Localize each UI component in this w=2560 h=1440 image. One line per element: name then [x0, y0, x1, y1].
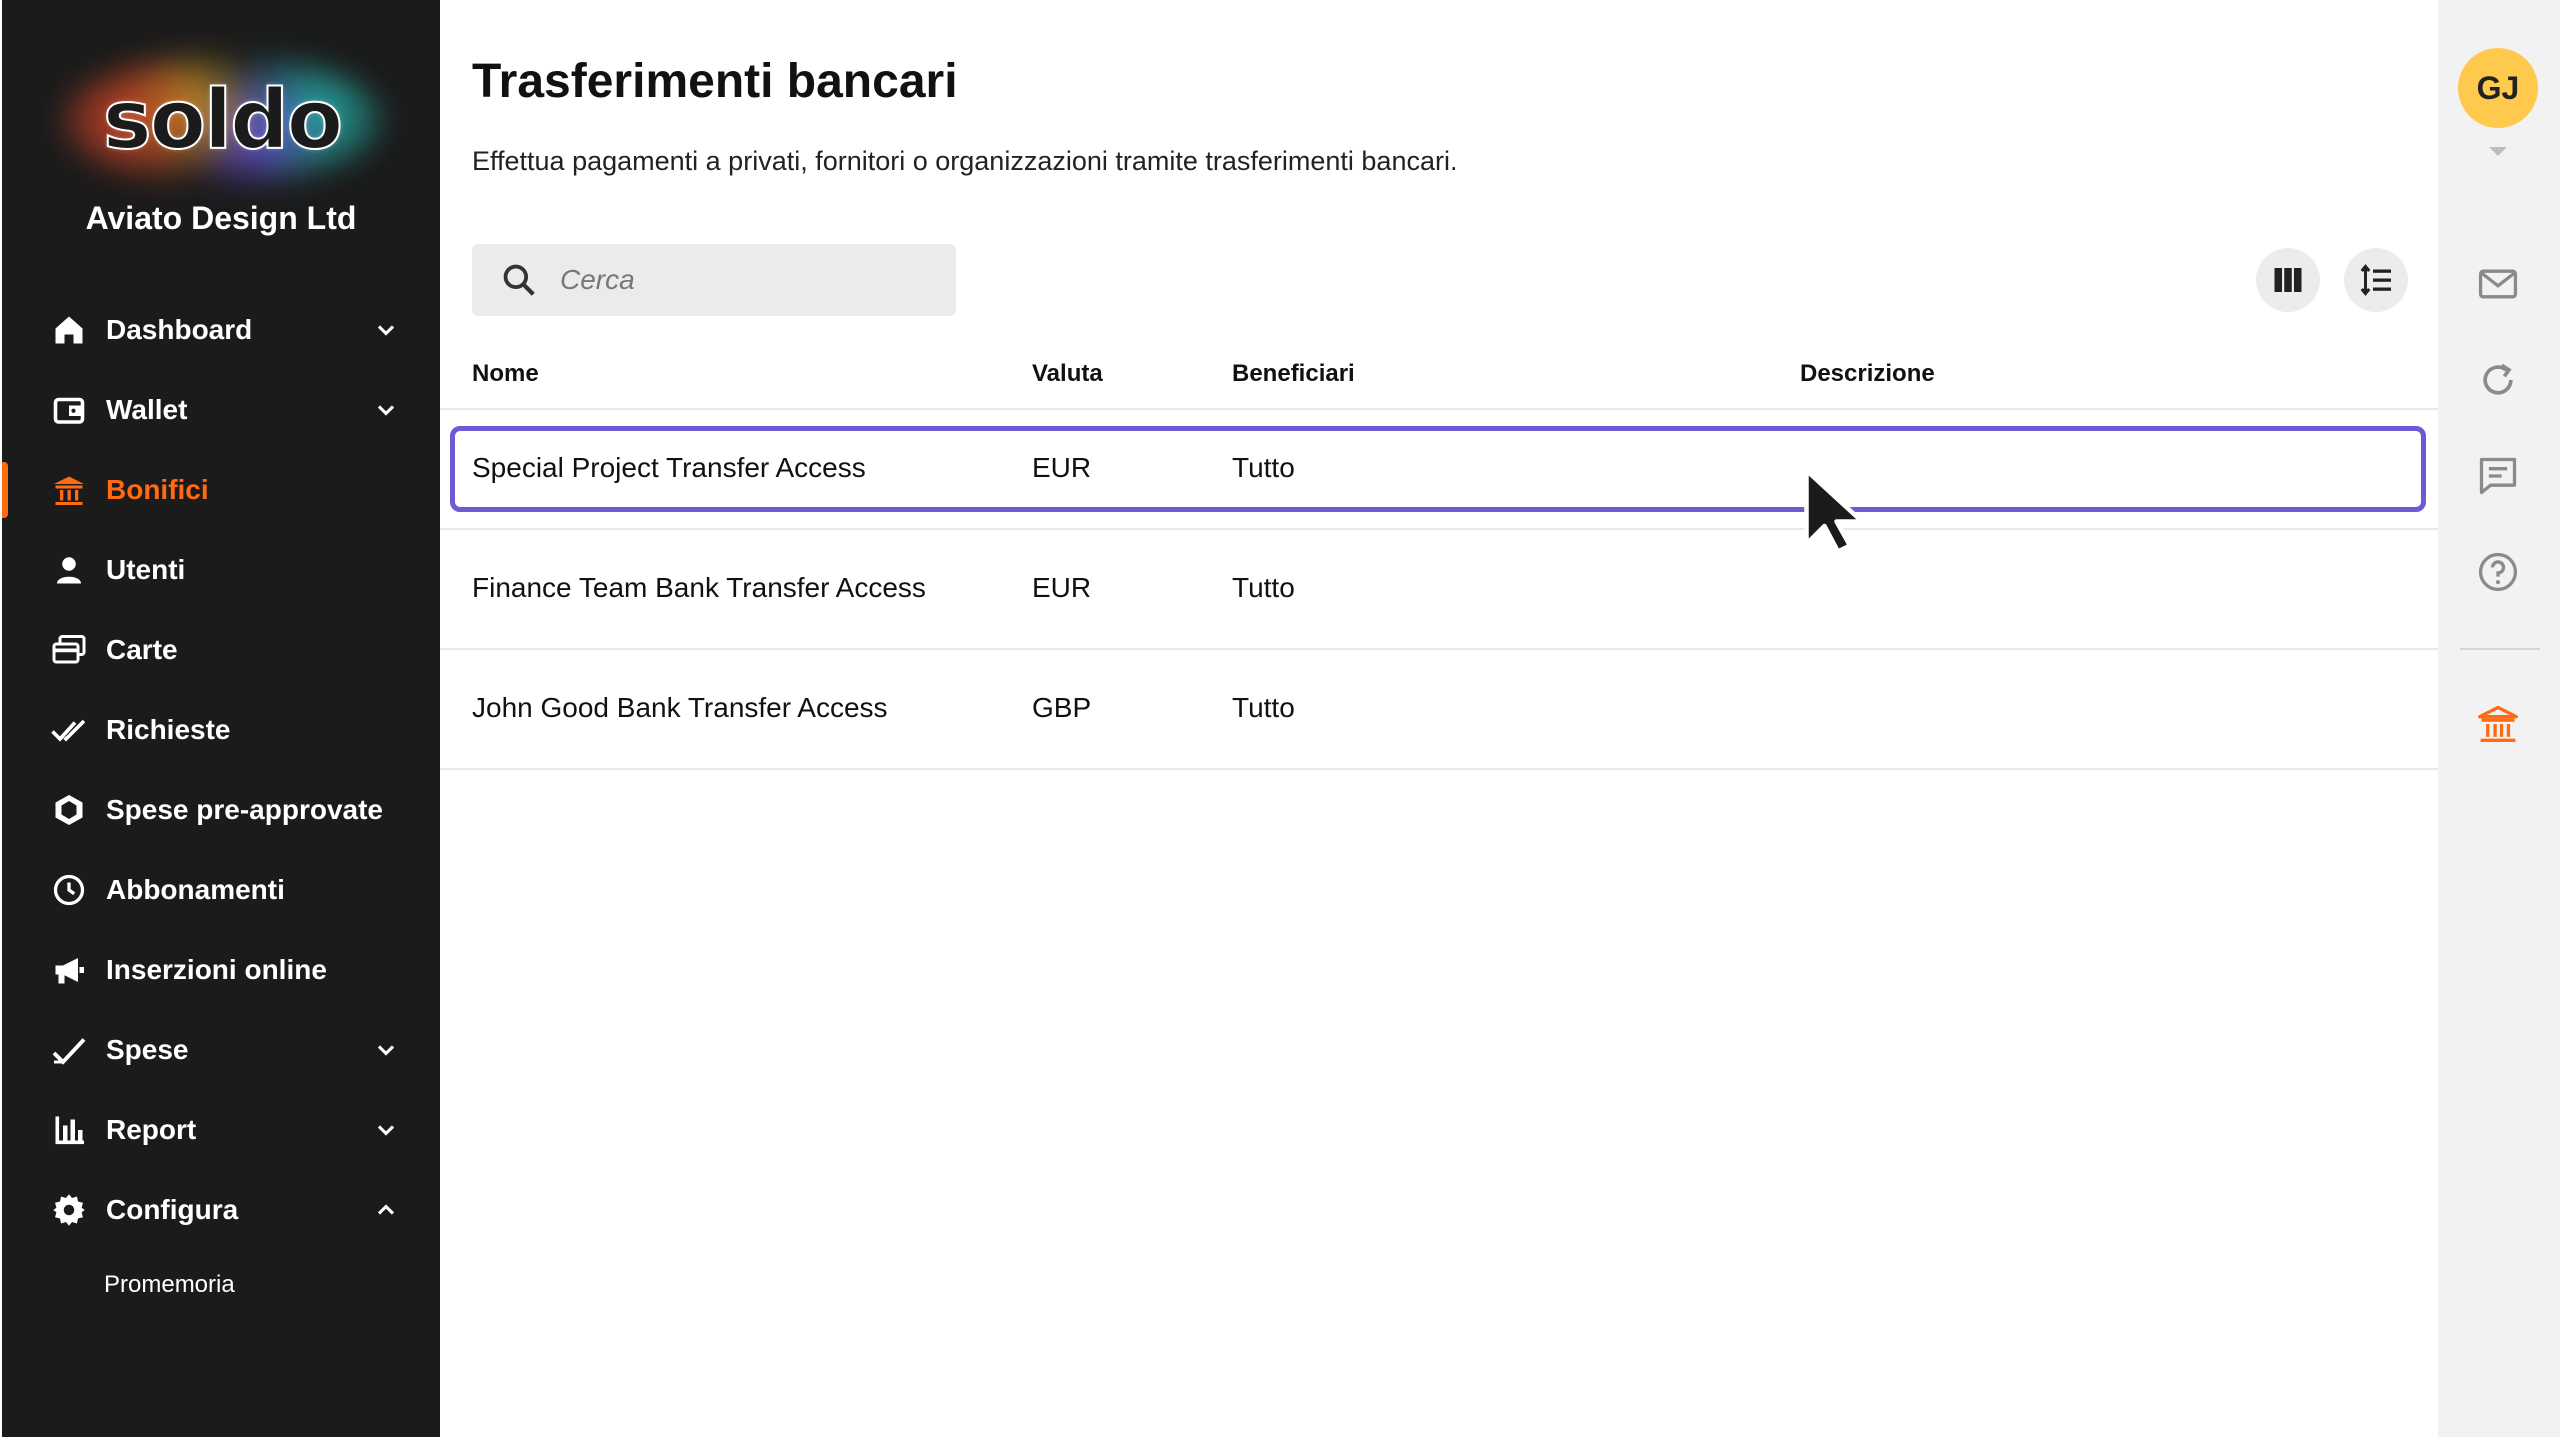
cell-beneficiari: Tutto [1232, 692, 1295, 723]
chevron-down-icon [377, 1045, 395, 1056]
mail-icon [2478, 269, 2518, 299]
wallet-icon [50, 391, 88, 429]
cell-nome: Special Project Transfer Access [472, 452, 866, 483]
double-check-icon [50, 711, 88, 749]
soldo-logo: soldo [62, 55, 382, 185]
mail-button[interactable] [2474, 260, 2522, 308]
row-density-button[interactable] [2344, 248, 2408, 312]
right-rail: GJ [2438, 0, 2560, 1437]
bar-chart-icon [50, 1111, 88, 1149]
sidebar-item-inserzioni-online[interactable]: Inserzioni online [2, 930, 440, 1010]
bank-transfer-icon [50, 471, 88, 509]
table-header: Nome Valuta Beneficiari Descrizione [440, 330, 2438, 410]
chevron-down-icon [377, 405, 395, 416]
refresh-icon [2483, 363, 2513, 395]
chevron-down-icon [377, 325, 395, 336]
company-name: Aviato Design Ltd [85, 200, 357, 236]
megaphone-icon [50, 951, 88, 989]
sidebar-item-richieste[interactable]: Richieste [2, 690, 440, 770]
row-height-icon [2360, 264, 2391, 296]
app-window: soldo Aviato Design Ltd Dashboard Wallet [0, 0, 2560, 1440]
page-subtitle: Effettua pagamenti a privati, fornitori … [472, 146, 1458, 176]
help-icon [2478, 552, 2518, 592]
mouse-pointer-icon [1804, 468, 1865, 554]
hexagon-check-icon [50, 791, 88, 829]
chevron-down-icon [377, 1125, 395, 1136]
cell-beneficiari: Tutto [1232, 572, 1295, 603]
search-icon [503, 264, 535, 296]
sidebar-item-bonifici[interactable]: Bonifici [2, 450, 440, 530]
sidebar-item-spese[interactable]: Spese [2, 1010, 440, 1090]
columns-button[interactable] [2256, 248, 2320, 312]
columns-icon [2274, 268, 2302, 292]
check-icon [50, 1031, 88, 1069]
column-header-nome[interactable]: Nome [472, 360, 539, 388]
sidebar-item-carte[interactable]: Carte [2, 610, 440, 690]
sidebar-item-utenti[interactable]: Utenti [2, 530, 440, 610]
bank-transfers-shortcut[interactable] [2474, 700, 2522, 748]
search-input[interactable] [560, 264, 940, 296]
sidebar-item-spese-pre-approvate[interactable]: Spese pre-approvate [2, 770, 440, 850]
table-row[interactable]: Special Project Transfer Access EUR Tutt… [440, 410, 2438, 530]
chevron-up-icon [377, 1204, 395, 1215]
cell-beneficiari: Tutto [1232, 452, 1295, 483]
main-content: Trasferimenti bancari Effettua pagamenti… [440, 0, 2438, 1437]
cell-valuta: GBP [1032, 692, 1092, 723]
sidebar-item-report[interactable]: Report [2, 1090, 440, 1170]
gear-icon [50, 1191, 88, 1229]
cards-icon [50, 631, 88, 669]
search-box[interactable] [472, 244, 956, 316]
sidebar-item-abbonamenti[interactable]: Abbonamenti [2, 850, 440, 930]
column-header-beneficiari[interactable]: Beneficiari [1232, 360, 1355, 388]
chat-icon [2479, 457, 2517, 495]
clock-icon [50, 871, 88, 909]
transfers-table: Nome Valuta Beneficiari Descrizione Spec… [440, 330, 2438, 770]
sidebar-item-configura[interactable]: Configura [2, 1170, 440, 1250]
sidebar-subitem-promemoria[interactable]: Promemoria [2, 1250, 440, 1320]
cell-nome: Finance Team Bank Transfer Access [472, 572, 926, 603]
help-button[interactable] [2474, 548, 2522, 596]
chat-button[interactable] [2474, 452, 2522, 500]
rail-divider [2460, 648, 2540, 650]
main-nav: Dashboard Wallet Bonifici Utenti Carte R… [2, 290, 440, 1320]
refresh-button[interactable] [2474, 356, 2522, 404]
table-row[interactable]: Finance Team Bank Transfer Access EUR Tu… [440, 530, 2438, 650]
cell-nome: John Good Bank Transfer Access [472, 692, 888, 723]
cell-valuta: EUR [1032, 572, 1092, 603]
user-icon [50, 551, 88, 589]
bank-icon [2478, 705, 2518, 742]
column-header-valuta[interactable]: Valuta [1032, 360, 1103, 388]
cell-valuta: EUR [1032, 452, 1092, 483]
sidebar-item-wallet[interactable]: Wallet [2, 370, 440, 450]
avatar[interactable]: GJ [2458, 48, 2538, 128]
column-header-descrizione[interactable]: Descrizione [1800, 360, 1935, 388]
caret-down-icon[interactable] [2486, 144, 2510, 160]
table-row[interactable]: John Good Bank Transfer Access GBP Tutto [440, 650, 2438, 770]
home-icon [50, 311, 88, 349]
page-title: Trasferimenti bancari [472, 55, 958, 108]
sidebar-item-dashboard[interactable]: Dashboard [2, 290, 440, 370]
sidebar: soldo Aviato Design Ltd Dashboard Wallet [2, 0, 440, 1437]
